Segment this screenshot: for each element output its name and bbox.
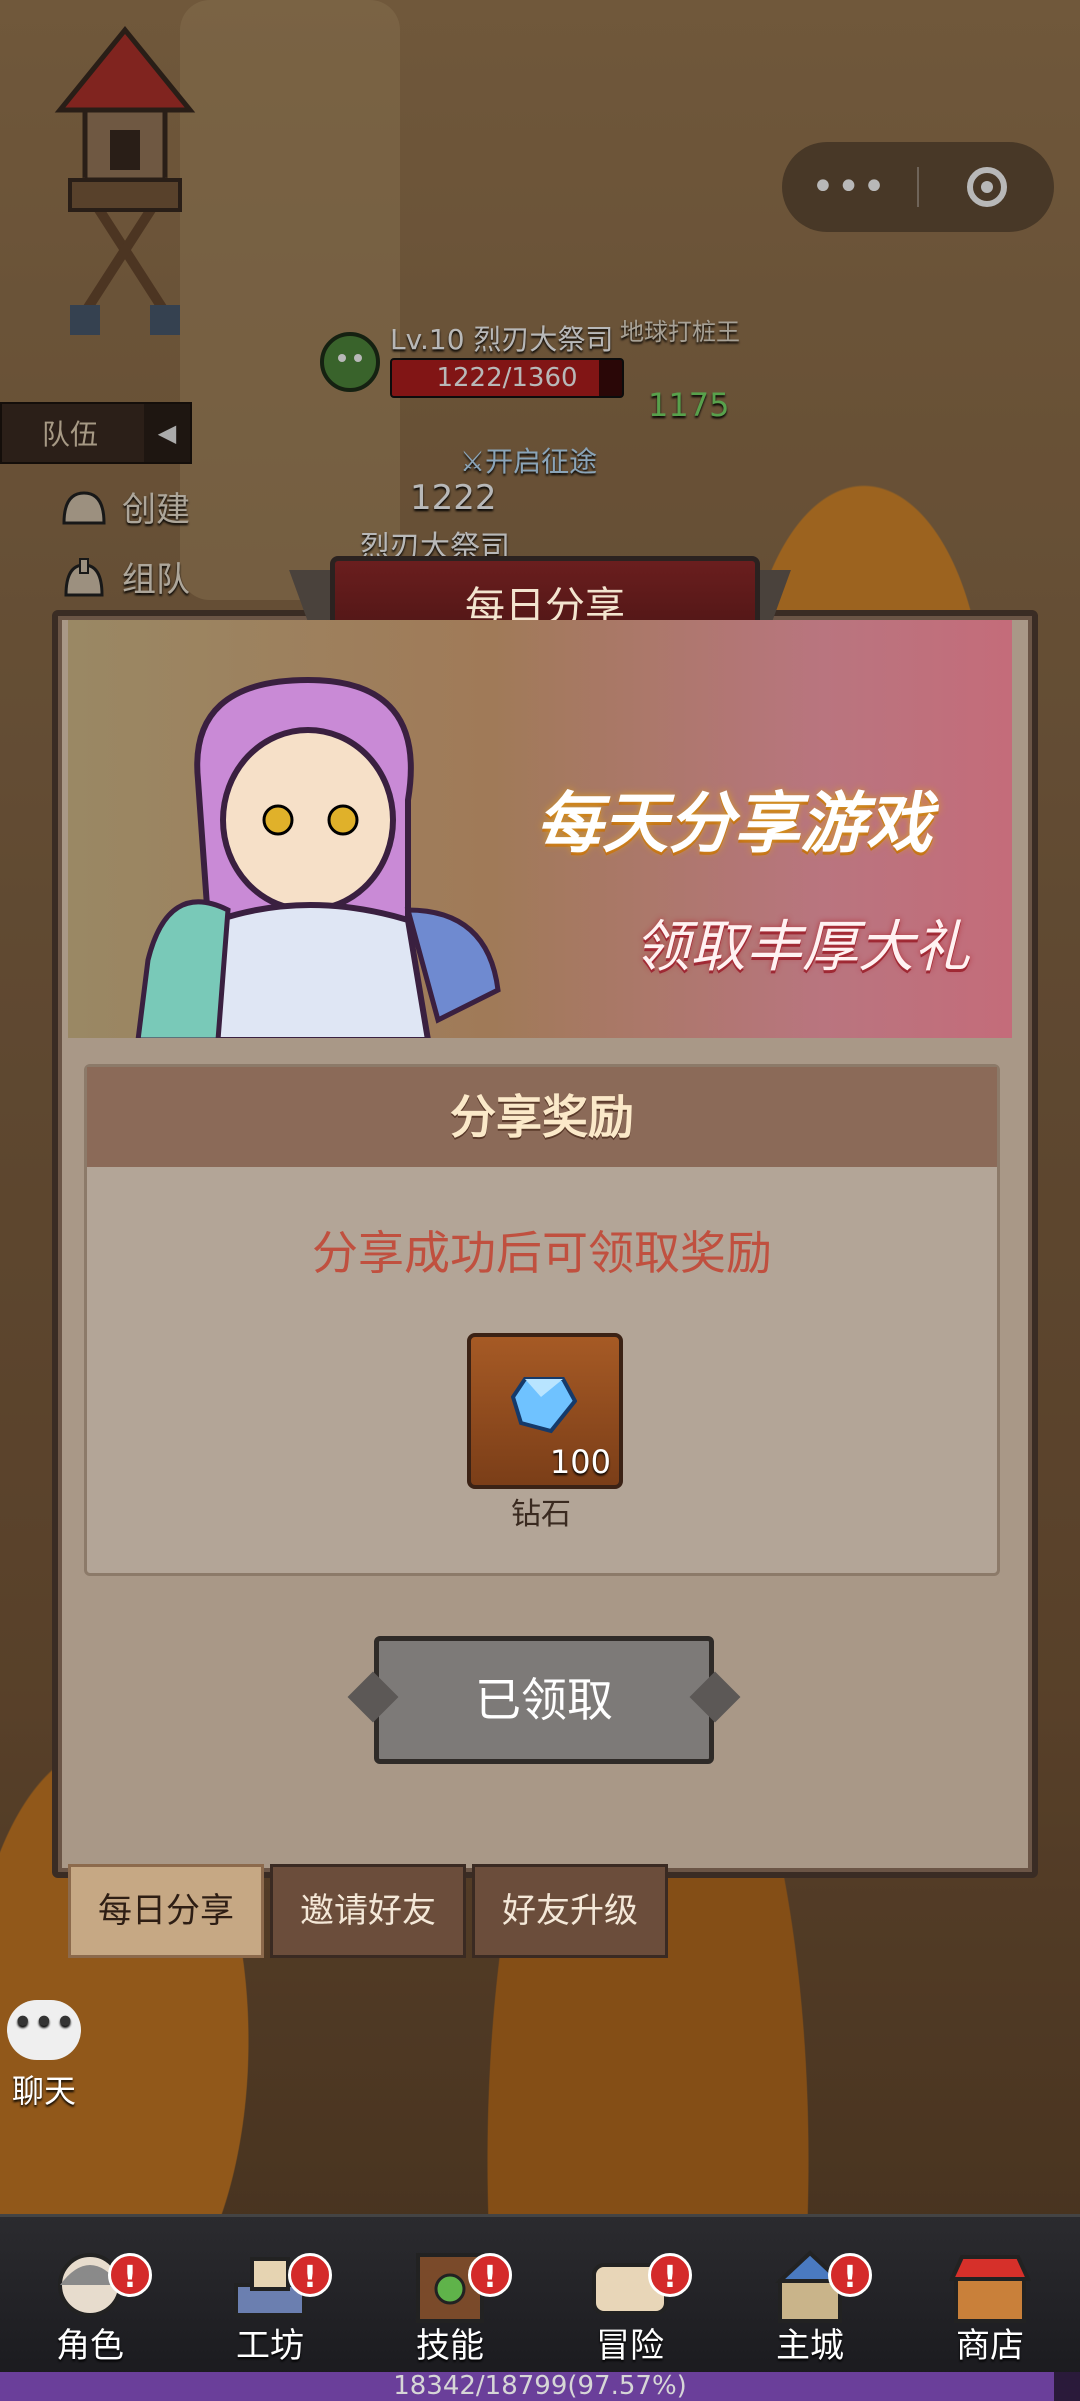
nav-skill-label: 技能 [416, 2326, 484, 2366]
chat-button[interactable]: ••• 聊天 [4, 2000, 84, 2112]
nav-adventure[interactable]: ! 冒险 [540, 2217, 720, 2375]
tab-friend-upgrade[interactable]: 好友升级 [472, 1864, 668, 1958]
claimed-button[interactable]: 已领取 [374, 1636, 714, 1764]
alert-badge: ! [828, 2253, 872, 2297]
reward-item-count: 100 [549, 1443, 611, 1481]
nav-character[interactable]: ! 角色 [0, 2217, 180, 2375]
tab-invite-friends[interactable]: 邀请好友 [270, 1864, 466, 1958]
nav-workshop-label: 工坊 [236, 2326, 304, 2366]
share-banner: 每天分享游戏 领取丰厚大礼 [68, 620, 1012, 1038]
diamond-icon [511, 1377, 577, 1434]
banner-headline: 每天分享游戏 [536, 785, 932, 862]
nav-shop[interactable]: 商店 [900, 2217, 1080, 2375]
nav-adventure-label: 冒险 [596, 2326, 664, 2366]
chat-label: 聊天 [11, 2072, 76, 2110]
alert-badge: ! [108, 2253, 152, 2297]
reward-header: 分享奖励 [87, 1067, 997, 1167]
alert-badge: ! [648, 2253, 692, 2297]
reward-panel: 分享奖励 分享成功后可领取奖励 100 钻石 [84, 1064, 1000, 1576]
alert-badge: ! [468, 2253, 512, 2297]
bottom-nav: ! 角色 ! 工坊 ! 技能 ! 冒险 ! 主城 商店 [0, 2214, 1080, 2375]
xp-bar: 18342/18799(97.57%) [0, 2372, 1080, 2401]
nav-character-label: 角色 [56, 2326, 124, 2366]
nav-main-city-label: 主城 [776, 2326, 844, 2366]
tab-daily-share[interactable]: 每日分享 [68, 1864, 264, 1958]
banner-subline: 领取丰厚大礼 [634, 915, 970, 980]
reward-tip: 分享成功后可领取奖励 [312, 1226, 772, 1280]
xp-text: 18342/18799(97.57%) [393, 2372, 687, 2401]
nav-workshop[interactable]: ! 工坊 [180, 2217, 360, 2375]
alert-badge: ! [288, 2253, 332, 2297]
reward-item-slot[interactable]: 100 [467, 1333, 623, 1489]
share-tabs: 每日分享 邀请好友 好友升级 [68, 1864, 668, 1958]
reward-item-name: 钻石 [511, 1497, 571, 1532]
chat-bubble-icon: ••• [7, 2000, 81, 2060]
nav-main-city[interactable]: ! 主城 [720, 2217, 900, 2375]
heroine-character-art [135, 676, 501, 1038]
nav-shop-label: 商店 [956, 2326, 1024, 2366]
nav-skill[interactable]: ! 技能 [360, 2217, 540, 2375]
